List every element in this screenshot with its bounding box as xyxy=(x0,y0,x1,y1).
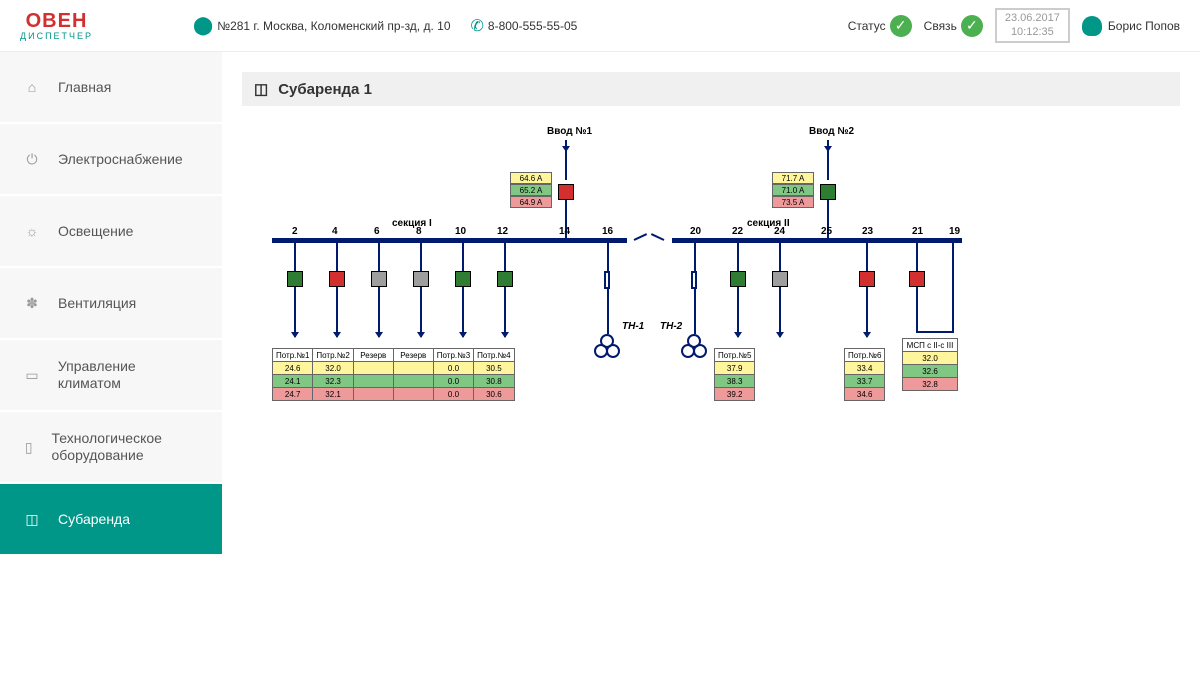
breaker-feeder-6[interactable] xyxy=(371,271,387,287)
sidebar: ⌂ Главная ⏻ Электроснабжение ☼ Освещение… xyxy=(0,52,222,675)
section1-label: секция I xyxy=(392,218,432,229)
breaker-feeder-21[interactable] xyxy=(909,271,925,287)
breaker-feeder-10[interactable] xyxy=(455,271,471,287)
content: ◫ Субаренда 1 Ввод №1 64.6 A 65.2 A 64.9… xyxy=(222,52,1200,675)
input1-measure-2: 65.2 A xyxy=(510,184,552,196)
logo-sub: ДИСПЕТЧЕР xyxy=(20,31,93,41)
electrical-diagram: Ввод №1 64.6 A 65.2 A 64.9 A Ввод №2 71.… xyxy=(252,126,962,466)
sidebar-item-label: Управление климатом xyxy=(58,358,202,392)
user-name: Борис Попов xyxy=(1108,19,1180,33)
link-check-icon: ✓ xyxy=(961,15,983,37)
input2-measure-1: 71.7 A xyxy=(772,172,814,184)
feeder-number: 20 xyxy=(690,226,701,237)
input2-measure-2: 71.0 A xyxy=(772,184,814,196)
status-check-icon: ✓ xyxy=(890,15,912,37)
consumer-table-3: Потр.№6 33.4 33.7 34.6 xyxy=(844,348,885,401)
sidebar-item-tech[interactable]: ▯ Технологическое оборудование xyxy=(0,412,222,482)
sidebar-item-ventilation[interactable]: ✽ Вентиляция xyxy=(0,268,222,338)
msp-table: МСП с II-с III 32.0 32.6 32.8 xyxy=(902,338,958,391)
breaker-input2[interactable] xyxy=(820,184,836,200)
consumer-table-1: Потр.№1Потр.№2РезервРезервПотр.№3Потр.№4… xyxy=(272,348,515,401)
sidebar-item-label: Субаренда xyxy=(58,511,130,528)
feeder-number: 6 xyxy=(374,226,380,237)
phone-text: 8-800-555-55-05 xyxy=(488,19,577,33)
status-indicator: Статус ✓ xyxy=(848,15,912,37)
sidebar-item-label: Технологическое оборудование xyxy=(52,430,203,464)
input2-label: Ввод №2 xyxy=(809,126,854,137)
breaker-feeder-12[interactable] xyxy=(497,271,513,287)
feeder-number: 16 xyxy=(602,226,613,237)
link-indicator: Связь ✓ xyxy=(924,15,983,37)
breaker-feeder-23[interactable] xyxy=(859,271,875,287)
input1-measure-3: 64.9 A xyxy=(510,196,552,208)
feeder-number: 8 xyxy=(416,226,422,237)
sidebar-item-home[interactable]: ⌂ Главная xyxy=(0,52,222,122)
arrow-icon xyxy=(562,146,570,152)
breaker-feeder-24[interactable] xyxy=(772,271,788,287)
status-label: Статус xyxy=(848,19,886,33)
tn1-label: ТН-1 xyxy=(622,321,644,332)
home-icon: ⌂ xyxy=(20,75,44,99)
phone-icon: ✆ xyxy=(471,16,484,36)
sidebar-item-climate[interactable]: ▭ Управление климатом xyxy=(0,340,222,410)
breaker-input1[interactable] xyxy=(558,184,574,200)
plug-icon: ⏻ xyxy=(20,147,44,171)
feeder-number: 12 xyxy=(497,226,508,237)
sidebar-item-power[interactable]: ⏻ Электроснабжение xyxy=(0,124,222,194)
fuse-tn1 xyxy=(604,271,610,289)
time: 10:12:35 xyxy=(1005,26,1060,39)
feeder-number: 24 xyxy=(774,226,785,237)
logo[interactable]: ОВЕН ДИСПЕТЧЕР xyxy=(20,10,93,41)
tn2-label: ТН-2 xyxy=(660,321,682,332)
sidebar-item-label: Освещение xyxy=(58,223,133,240)
phone: ✆ 8-800-555-55-05 xyxy=(471,16,578,36)
feeder-number: 23 xyxy=(862,226,873,237)
busbar-2 xyxy=(672,238,962,243)
address-text: №281 г. Москва, Коломенский пр-зд, д. 10 xyxy=(217,19,450,33)
breaker-feeder-2[interactable] xyxy=(287,271,303,287)
user-icon xyxy=(1082,16,1102,36)
feeder-number: 25 xyxy=(821,226,832,237)
feeder-number: 4 xyxy=(332,226,338,237)
date: 23.06.2017 xyxy=(1005,12,1060,25)
breaker-feeder-22[interactable] xyxy=(730,271,746,287)
sidebar-item-label: Вентиляция xyxy=(58,295,136,312)
busbar-1 xyxy=(272,238,627,243)
header: ОВЕН ДИСПЕТЧЕР ⬤ №281 г. Москва, Коломен… xyxy=(0,0,1200,52)
location-pin-icon: ⬤ xyxy=(193,15,213,36)
feeder-number: 10 xyxy=(455,226,466,237)
address: ⬤ №281 г. Москва, Коломенский пр-зд, д. … xyxy=(193,15,450,36)
bus-coupler[interactable] xyxy=(634,233,664,247)
page-title-icon: ◫ xyxy=(254,80,268,98)
link-label: Связь xyxy=(924,19,957,33)
sublease-icon: ◫ xyxy=(20,507,44,531)
fan-icon: ✽ xyxy=(20,291,44,315)
equipment-icon: ▯ xyxy=(20,435,38,459)
feeder-number: 19 xyxy=(949,226,960,237)
page-title-bar: ◫ Субаренда 1 xyxy=(242,72,1180,106)
sidebar-item-label: Электроснабжение xyxy=(58,151,183,168)
feeder-number: 2 xyxy=(292,226,298,237)
ac-icon: ▭ xyxy=(20,363,44,387)
page-title: Субаренда 1 xyxy=(278,81,372,98)
header-right: Статус ✓ Связь ✓ 23.06.2017 10:12:35 Бор… xyxy=(848,8,1180,42)
input1-measure-1: 64.6 A xyxy=(510,172,552,184)
input2-measure-3: 73.5 A xyxy=(772,196,814,208)
logo-main: ОВЕН xyxy=(26,10,88,33)
datetime-box: 23.06.2017 10:12:35 xyxy=(995,8,1070,42)
feeder-number: 22 xyxy=(732,226,743,237)
user[interactable]: Борис Попов xyxy=(1082,16,1180,36)
input1-label: Ввод №1 xyxy=(547,126,592,137)
fuse-tn2 xyxy=(691,271,697,289)
breaker-feeder-4[interactable] xyxy=(329,271,345,287)
sidebar-item-label: Главная xyxy=(58,79,111,96)
consumer-table-2: Потр.№5 37.9 38.3 39.2 xyxy=(714,348,755,401)
feeder-number: 21 xyxy=(912,226,923,237)
sidebar-item-lighting[interactable]: ☼ Освещение xyxy=(0,196,222,266)
arrow-icon xyxy=(824,146,832,152)
bulb-icon: ☼ xyxy=(20,219,44,243)
feeder-number: 14 xyxy=(559,226,570,237)
sidebar-item-sublease[interactable]: ◫ Субаренда xyxy=(0,484,222,554)
breaker-feeder-8[interactable] xyxy=(413,271,429,287)
